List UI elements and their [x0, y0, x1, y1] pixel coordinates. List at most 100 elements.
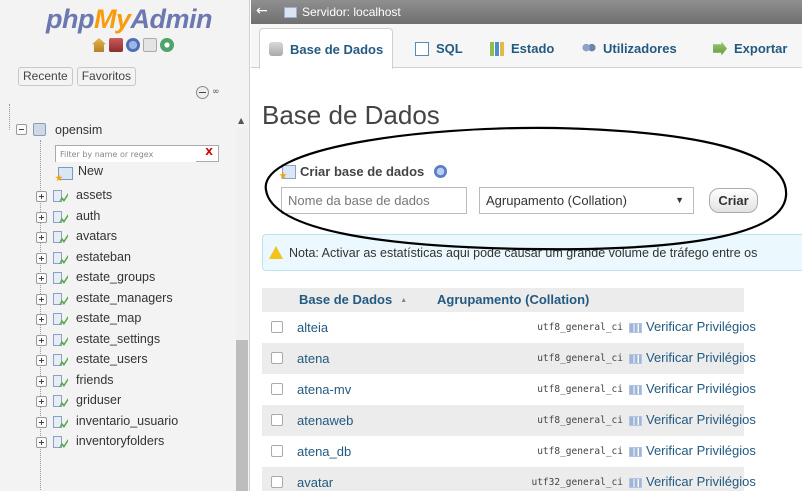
expand-table-icon[interactable] — [36, 294, 47, 305]
database-collation: utf8_general_ci — [537, 384, 623, 395]
privileges-icon — [629, 478, 642, 488]
database-icon — [33, 123, 46, 136]
table-row[interactable]: atena utf8_general_ci Verificar Privilégio… — [262, 343, 756, 374]
table-icon — [53, 354, 68, 367]
docs-icon[interactable] — [126, 38, 140, 52]
table-icon — [53, 231, 68, 244]
expand-table-icon[interactable] — [36, 232, 47, 243]
tree-table-item[interactable]: estate_users — [76, 352, 148, 366]
tab-users[interactable]: Utilizadores — [572, 28, 687, 68]
database-name-link[interactable]: atenaweb — [297, 413, 353, 428]
nav-icon-bar — [92, 38, 174, 52]
database-name-link[interactable]: atena — [297, 351, 330, 366]
tree-table-item[interactable]: assets — [76, 188, 112, 202]
expand-table-icon[interactable] — [36, 314, 47, 325]
database-name-link[interactable]: atena-mv — [297, 382, 351, 397]
tab-status[interactable]: Estado — [480, 28, 564, 68]
tree-table-item[interactable]: griduser — [76, 393, 121, 407]
filter-input[interactable] — [56, 147, 196, 162]
new-database-icon — [282, 164, 296, 179]
clear-filter-icon[interactable]: X — [205, 147, 213, 158]
check-privileges-link[interactable]: Verificar Privilégios — [646, 443, 756, 458]
settings-icon[interactable] — [160, 38, 174, 52]
database-icon[interactable] — [109, 38, 123, 52]
scroll-up-icon[interactable]: ▲ — [238, 116, 244, 125]
expand-table-icon[interactable] — [36, 335, 47, 346]
database-collation: utf8_general_ci — [537, 353, 623, 364]
check-privileges-link[interactable]: Verificar Privilégios — [646, 350, 756, 365]
filter-box: X — [55, 145, 219, 162]
expand-table-icon[interactable] — [36, 273, 47, 284]
tree-table-item[interactable]: auth — [76, 209, 100, 223]
tree-table-item[interactable]: avatars — [76, 229, 117, 243]
table-row[interactable]: atena_db utf8_general_ci Verificar Privilé… — [262, 436, 756, 467]
expand-table-icon[interactable] — [36, 355, 47, 366]
tab-recent[interactable]: Recente — [18, 67, 73, 86]
collapse-all-icon[interactable] — [196, 86, 209, 99]
check-privileges-link[interactable]: Verificar Privilégios — [646, 412, 756, 427]
tree-table-item[interactable]: estate_map — [76, 311, 141, 325]
table-row[interactable]: alteia utf8_general_ci Verificar Privilégi… — [262, 312, 756, 343]
privileges-icon — [629, 416, 642, 426]
table-row[interactable]: atenaweb utf8_general_ci Verificar Privilé… — [262, 405, 756, 436]
chevron-down-icon: ▼ — [675, 195, 684, 205]
database-collation: utf8_general_ci — [537, 322, 623, 333]
database-name-link[interactable]: alteia — [297, 320, 328, 335]
check-privileges-link[interactable]: Verificar Privilégios — [646, 474, 756, 489]
sql-query-icon[interactable] — [143, 38, 157, 52]
home-icon[interactable] — [92, 38, 106, 52]
tree-table-item[interactable]: estate_settings — [76, 332, 160, 346]
row-checkbox[interactable] — [271, 414, 283, 426]
expand-table-icon[interactable] — [36, 212, 47, 223]
database-name-link[interactable]: avatar — [297, 475, 333, 490]
tab-favorites[interactable]: Favoritos — [76, 67, 137, 86]
check-privileges-link[interactable]: Verificar Privilégios — [646, 319, 756, 334]
tree-table-item[interactable]: estate_managers — [76, 291, 173, 305]
check-privileges-link[interactable]: Verificar Privilégios — [646, 381, 756, 396]
expand-table-icon[interactable] — [36, 437, 47, 448]
sort-ascending-icon: ▲ — [400, 297, 408, 305]
database-name-input[interactable] — [281, 187, 467, 214]
privileges-icon — [629, 385, 642, 395]
tree-table-item[interactable]: estate_groups — [76, 270, 155, 284]
expand-table-icon[interactable] — [36, 417, 47, 428]
warning-icon — [269, 246, 283, 259]
database-collation: utf8_general_ci — [537, 446, 623, 457]
column-header-database[interactable]: Base de Dados ▲ — [299, 292, 407, 307]
column-header-collation[interactable]: Agrupamento (Collation) — [437, 292, 589, 307]
table-row[interactable]: atena-mv utf8_general_ci Verificar Privilé… — [262, 374, 756, 405]
help-icon[interactable] — [434, 165, 448, 178]
table-row[interactable]: avatar utf32_general_ci Verificar Privilég… — [262, 467, 756, 491]
database-name-link[interactable]: atena_db — [297, 444, 351, 459]
tab-databases[interactable]: Base de Dados — [259, 28, 394, 69]
nav-scrollbar-thumb[interactable] — [236, 340, 248, 491]
expand-table-icon[interactable] — [36, 253, 47, 264]
notice-text: Nota: Activar as estatísticas aqui pode … — [289, 245, 758, 260]
row-checkbox[interactable] — [271, 476, 283, 488]
collation-select[interactable]: Agrupamento (Collation) ▼ — [479, 187, 694, 214]
back-arrow-icon[interactable]: ← — [256, 2, 268, 20]
tree-table-item[interactable]: estateban — [76, 250, 131, 264]
tab-sql[interactable]: SQL — [405, 28, 473, 68]
expand-table-icon[interactable] — [36, 396, 47, 407]
tree-table-item[interactable]: friends — [76, 373, 114, 387]
expand-table-icon[interactable] — [36, 191, 47, 202]
tree-database-opensim[interactable]: opensim — [55, 123, 102, 137]
notice-box: Nota: Activar as estatísticas aqui pode … — [262, 234, 802, 271]
tree-table-item[interactable]: inventoryfolders — [76, 434, 164, 448]
tab-export[interactable]: Exportar — [703, 28, 797, 68]
collapse-database-icon[interactable] — [16, 124, 27, 135]
expand-table-icon[interactable] — [36, 376, 47, 387]
row-checkbox[interactable] — [271, 352, 283, 364]
tree-table-item[interactable]: inventario_usuario — [76, 414, 178, 428]
collation-selected-value: Agrupamento (Collation) — [486, 193, 627, 208]
row-checkbox[interactable] — [271, 321, 283, 333]
breadcrumb-server[interactable]: Servidor: localhost — [302, 4, 401, 20]
phpmyadmin-logo[interactable]: phpMyAdmin — [46, 4, 212, 35]
tree-new-table[interactable]: New — [78, 164, 103, 178]
row-checkbox[interactable] — [271, 383, 283, 395]
create-database-button[interactable]: Criar — [709, 188, 758, 213]
users-icon — [582, 41, 596, 56]
row-checkbox[interactable] — [271, 445, 283, 457]
link-with-main-icon[interactable]: ∞ — [212, 86, 220, 99]
